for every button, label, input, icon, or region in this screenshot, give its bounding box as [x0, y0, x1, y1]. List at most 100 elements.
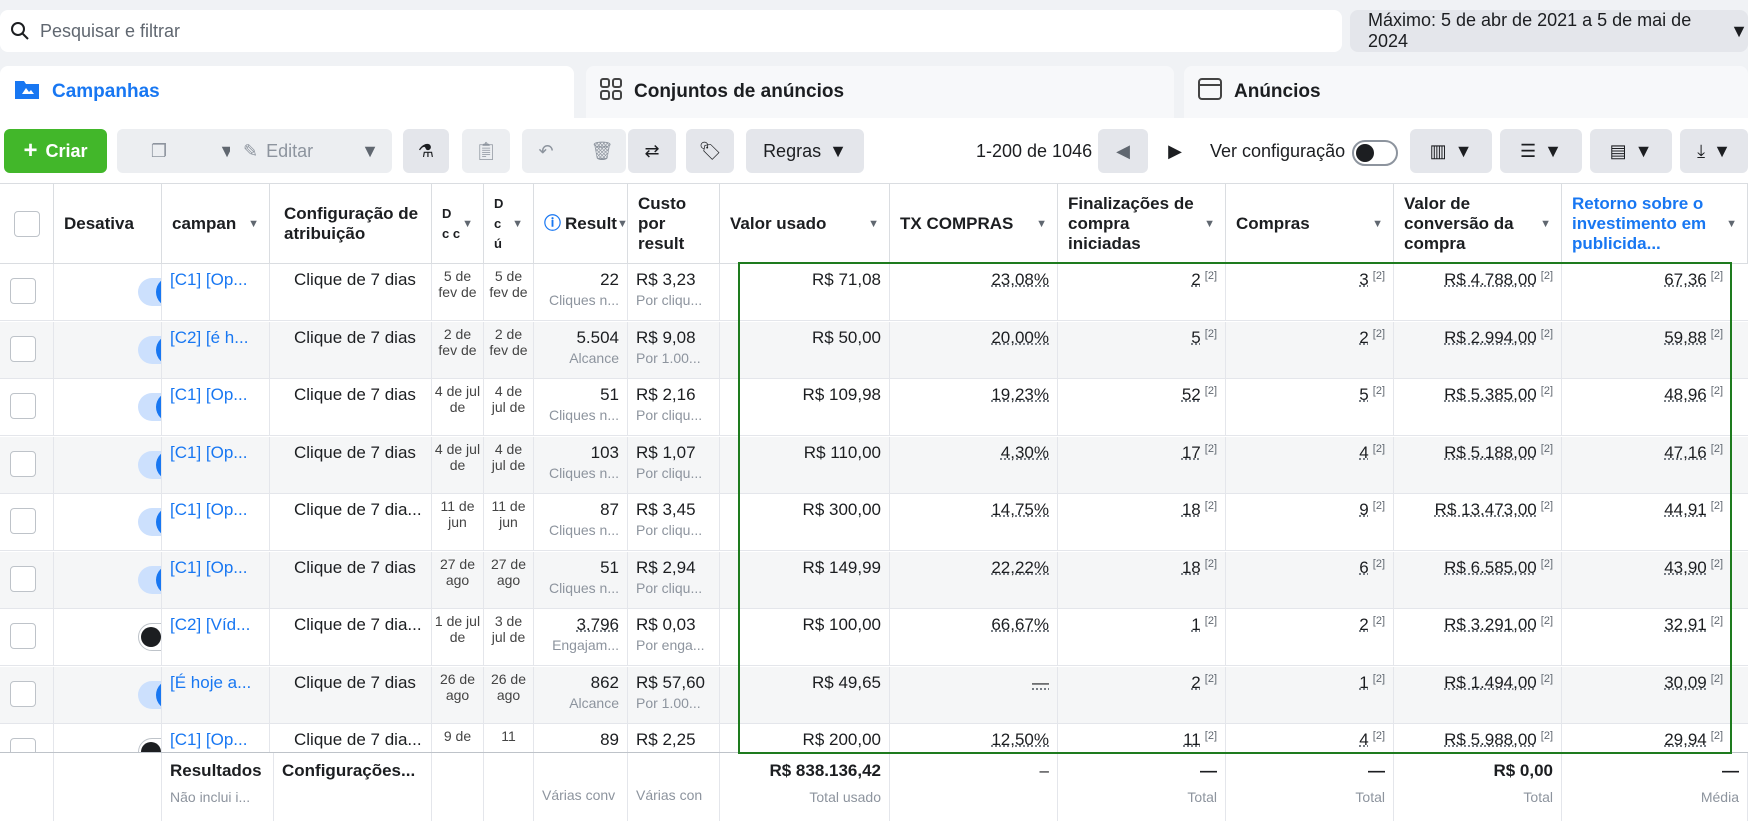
table-row[interactable]: [C1] [Op... Clique de 7 dias 4 de jul de 4 …	[0, 436, 1748, 494]
campaign-link[interactable]: [C1] [Op...	[170, 443, 247, 462]
export-button[interactable]: ⇄	[628, 129, 676, 173]
footer-conv-value: R$ 0,00	[1493, 761, 1553, 780]
results-cell: 103 Cliques n...	[534, 436, 628, 494]
next-page-button[interactable]: ▶	[1150, 129, 1200, 173]
columns-button[interactable]: ▥ ▼	[1410, 129, 1492, 173]
campaign-link[interactable]: [C1] [Op...	[170, 558, 247, 577]
campaign-link[interactable]: [C1] [Op...	[170, 730, 247, 749]
tab-campaigns[interactable]: Campanhas	[0, 66, 574, 118]
table-row[interactable]: [C2] [Víd... Clique de 7 dia... 1 de jul d…	[0, 609, 1748, 666]
col-cost[interactable]: Custo por result	[628, 184, 720, 264]
footnote-marker: [2]	[1540, 442, 1553, 455]
tab-ads[interactable]: Anúncios	[1184, 66, 1748, 118]
row-checkbox[interactable]	[10, 508, 36, 534]
select-all-checkbox[interactable]	[13, 211, 40, 237]
checkout-cell: 1 [2]	[1058, 609, 1226, 666]
checkout-cell: 18 [2]	[1058, 494, 1226, 551]
table-row[interactable]: [C1] [Op... Clique de 7 dias 4 de jul de 4 …	[0, 379, 1748, 436]
folder-flag-icon	[14, 78, 40, 106]
row-checkbox[interactable]	[10, 393, 36, 419]
row-checkbox[interactable]	[10, 450, 36, 477]
col-deactivate[interactable]: Desativa	[54, 184, 162, 264]
roas-value: 44,91	[1664, 500, 1707, 519]
campaign-toggle[interactable]	[138, 623, 161, 651]
footer-cost-col: Várias con	[628, 753, 720, 821]
campaign-link[interactable]: [C1] [Op...	[170, 270, 247, 289]
ab-test-button[interactable]: ⚗	[403, 129, 449, 173]
search-input[interactable]	[40, 20, 1240, 42]
results-type: Cliques n...	[548, 464, 619, 481]
campaign-toggle[interactable]	[138, 277, 161, 307]
checkout-cell: 5 [2]	[1058, 321, 1226, 379]
table-row[interactable]: [C1] [Op... Clique de 7 dia... 11 de jun 11…	[0, 494, 1748, 551]
tag-button[interactable]: 🏷︎	[686, 129, 734, 173]
start-date-cell: 1 de jul de	[432, 609, 484, 666]
table-row[interactable]: [C1] [Op... Clique de 7 dias 27 de ago 27 d…	[0, 551, 1748, 609]
table-row[interactable]: [C1] [Op... Clique de 7 dias 5 de fev de 5 …	[0, 264, 1748, 321]
cost-cell: R$ 3,23 Por cliqu...	[628, 264, 720, 321]
attribution-value: Clique de 7 dias	[294, 385, 416, 404]
clipboard-button[interactable]: 📋︎	[462, 129, 510, 173]
col-campaign[interactable]: campan ▼	[162, 184, 270, 264]
create-button[interactable]: + Criar	[4, 129, 107, 173]
col-spent[interactable]: Valor usado ▼	[720, 184, 890, 264]
col-attribution[interactable]: Configuração de atribuição	[274, 184, 432, 264]
roas-value: 67,36	[1664, 270, 1707, 289]
campaign-link[interactable]: [É hoje a...	[170, 673, 251, 692]
campaign-toggle[interactable]	[138, 507, 161, 537]
undo-icon[interactable]: ↶	[522, 141, 570, 162]
tx-value: 20,00%	[991, 327, 1049, 347]
col-purchases[interactable]: Compras ▼	[1226, 184, 1394, 264]
results-value: 5.504	[576, 327, 619, 347]
row-checkbox[interactable]	[10, 623, 36, 649]
table-row[interactable]: [C2] [é h... Clique de 7 dias 2 de fev de 2…	[0, 321, 1748, 379]
end-date-cell: 3 de jul de	[484, 609, 534, 666]
attribution-value: Clique de 7 dias	[294, 327, 416, 347]
col-tx-compras[interactable]: TX COMPRAS ▼	[890, 184, 1058, 264]
col-checkouts[interactable]: Finalizações de compra iniciadas ▼	[1058, 184, 1226, 264]
tab-label: Campanhas	[52, 81, 160, 102]
view-config-toggle[interactable]	[1352, 140, 1398, 166]
col-date-start[interactable]: D c c ▼	[432, 184, 484, 264]
footnote-marker: [2]	[1372, 615, 1385, 627]
results-cell: 51 Cliques n...	[534, 379, 628, 436]
campaign-toggle[interactable]	[138, 564, 161, 595]
campaign-link[interactable]: [C2] [é h...	[170, 328, 248, 347]
col-date-end[interactable]: D c ú ▼	[484, 184, 534, 264]
footer-checkout-sub: Total	[1187, 789, 1217, 805]
attribution-value: Clique de 7 dias	[294, 442, 416, 462]
edit-button[interactable]: ✎ Editar ▼	[230, 129, 392, 173]
tab-ad-sets[interactable]: Conjuntos de anúncios	[586, 66, 1174, 118]
campaign-toggle[interactable]	[138, 392, 161, 422]
campaign-toggle[interactable]	[138, 449, 161, 480]
end-date-cell: 27 de ago	[484, 551, 534, 609]
col-results[interactable]: ⓘ Result ▼	[534, 184, 628, 264]
table-row[interactable]: [É hoje a... Clique de 7 dias 26 de ago 26 …	[0, 666, 1748, 724]
rules-button[interactable]: Regras ▼	[746, 129, 864, 173]
reports-button[interactable]: ▤ ▼	[1590, 129, 1672, 173]
row-checkbox[interactable]	[10, 680, 36, 707]
end-date-value: 27 de ago	[490, 555, 527, 588]
cost-type: Por cliqu...	[636, 407, 703, 423]
attribution-cell: Clique de 7 dias	[274, 321, 432, 379]
campaign-toggle[interactable]	[138, 334, 161, 365]
col-roas[interactable]: Retorno sobre o investimento em publicid…	[1562, 184, 1748, 264]
results-value: 89	[600, 730, 619, 749]
row-checkbox[interactable]	[10, 565, 36, 592]
trash-icon[interactable]: 🗑︎	[578, 141, 626, 162]
breakdown-button[interactable]: ☰ ▼	[1500, 129, 1582, 173]
campaign-link[interactable]: [C1] [Op...	[170, 500, 247, 519]
date-range-selector[interactable]: Máximo: 5 de abr de 2021 a 5 de mai de 2…	[1350, 10, 1748, 52]
col-conversion-value[interactable]: Valor de conversão da compra ▼	[1394, 184, 1562, 264]
campaign-link[interactable]: [C2] [Víd...	[170, 615, 250, 634]
search-box[interactable]	[0, 10, 1342, 52]
download-button[interactable]: ⤓ ▼	[1680, 129, 1748, 173]
purchases-value: 9	[1359, 500, 1369, 519]
row-checkbox[interactable]	[10, 335, 36, 362]
footer-checkout-value: —	[1200, 761, 1217, 780]
purchases-value: 4	[1359, 730, 1369, 749]
campaign-link[interactable]: [C1] [Op...	[170, 385, 247, 404]
campaign-toggle[interactable]	[138, 679, 161, 710]
row-checkbox[interactable]	[10, 278, 36, 304]
prev-page-button[interactable]: ◀	[1098, 129, 1148, 173]
